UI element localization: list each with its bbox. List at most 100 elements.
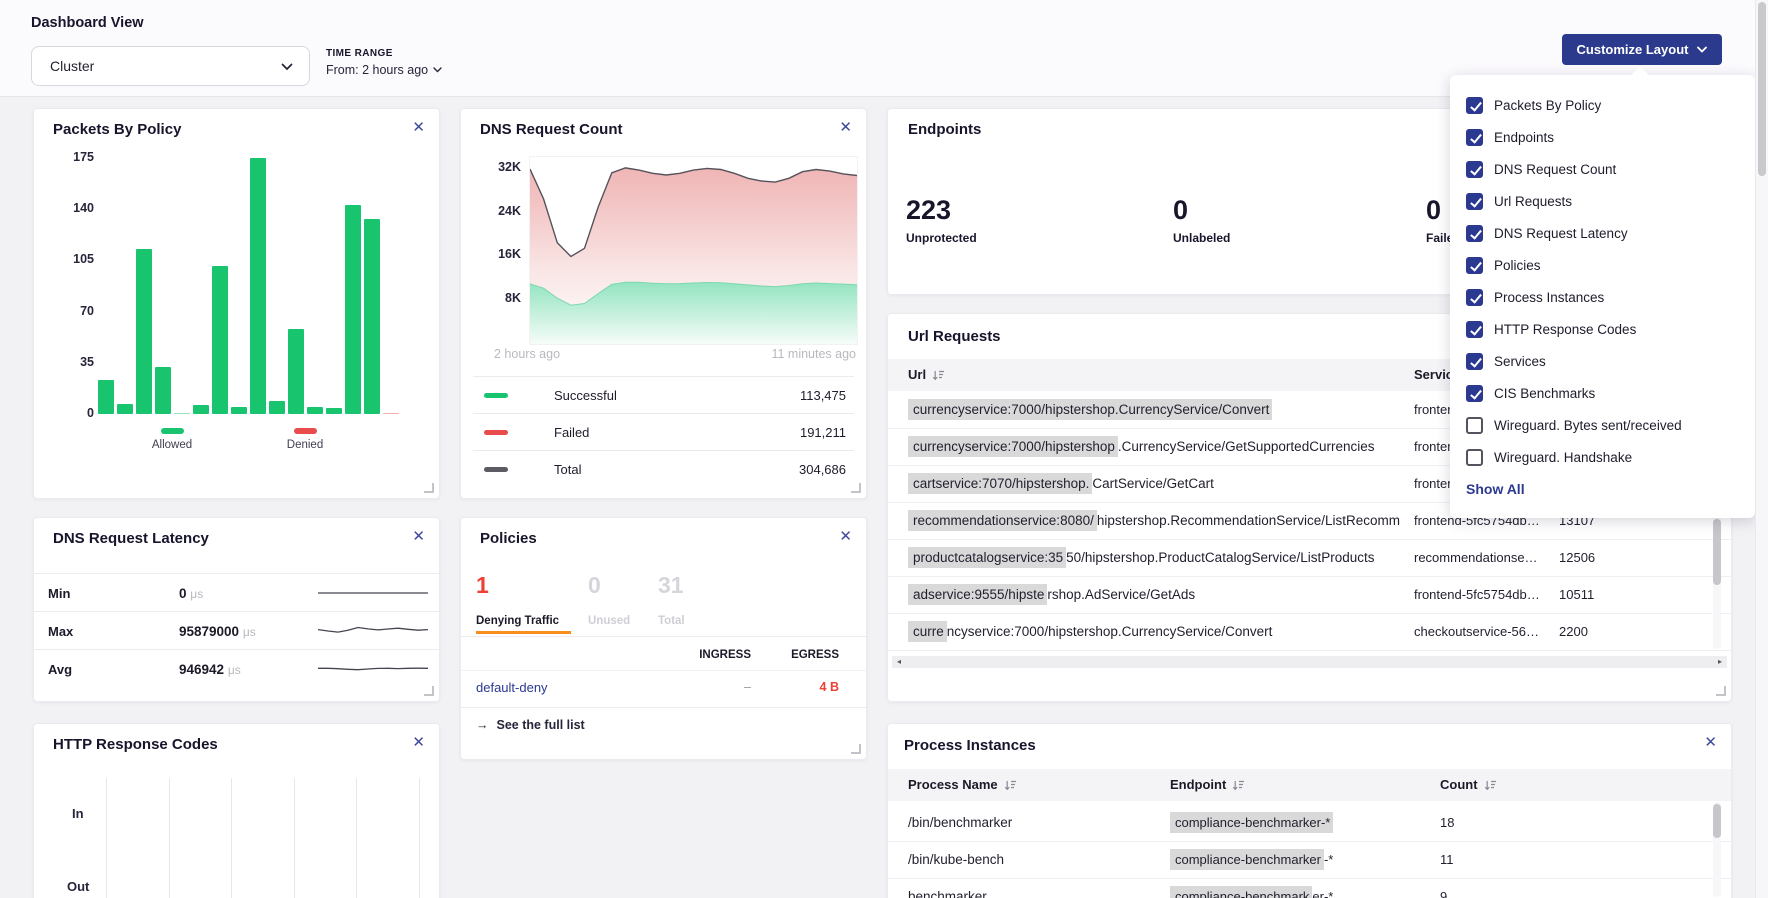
legend-row-failed: Failed 191,211: [473, 413, 854, 451]
checkbox[interactable]: [1466, 449, 1483, 466]
chevron-down-icon: [281, 63, 293, 71]
gridline: [294, 778, 295, 898]
customize-layout-button[interactable]: Customize Layout: [1562, 34, 1722, 65]
menu-item-wireguard-handshake[interactable]: Wireguard. Handshake: [1466, 443, 1745, 471]
table-row[interactable]: /bin/benchmarker compliance-benchmarker-…: [888, 804, 1731, 842]
menu-item-http-response-codes[interactable]: HTTP Response Codes: [1466, 315, 1745, 343]
chevron-down-icon: [433, 67, 442, 73]
column-header-count[interactable]: Count: [1440, 769, 1497, 801]
legend-swatch: [484, 393, 508, 398]
resize-handle[interactable]: [424, 686, 434, 696]
menu-item-wireguard-bytes[interactable]: Wireguard. Bytes sent/received: [1466, 411, 1745, 439]
sort-icon: [932, 370, 945, 381]
checkbox[interactable]: [1466, 353, 1483, 370]
resize-handle[interactable]: [851, 744, 861, 754]
menu-item-dns-request-count[interactable]: DNS Request Count: [1466, 155, 1745, 183]
bar-allowed: [250, 158, 266, 414]
table-row[interactable]: benchmarker compliance-benchmarker-* 9: [888, 878, 1731, 898]
y-tick-label: 35: [80, 355, 94, 369]
table-horizontal-scrollbar[interactable]: ◂ ▸: [892, 656, 1727, 668]
scrollbar-thumb[interactable]: [1713, 519, 1721, 585]
bar-allowed: [136, 249, 152, 414]
sparkline: [318, 584, 428, 602]
column-header-process-name[interactable]: Process Name: [908, 769, 1017, 801]
url-cell: productcatalogservice:3550/hipstershop.P…: [908, 539, 1400, 576]
show-all-link[interactable]: Show All: [1466, 481, 1525, 497]
stat-unprotected: 223 Unprotected: [906, 197, 977, 245]
scrollbar-thumb[interactable]: [1713, 804, 1721, 838]
menu-item-packets-by-policy[interactable]: Packets By Policy: [1466, 91, 1745, 119]
checkbox[interactable]: [1466, 225, 1483, 242]
time-range: TIME RANGE From: 2 hours ago: [326, 48, 442, 77]
menu-item-policies[interactable]: Policies: [1466, 251, 1745, 279]
url-cell: adservice:9555/hipstershop.AdService/Get…: [908, 576, 1400, 613]
menu-item-cis-benchmarks[interactable]: CIS Benchmarks: [1466, 379, 1745, 407]
table-row[interactable]: productcatalogservice:3550/hipstershop.P…: [888, 539, 1731, 577]
checkbox[interactable]: [1466, 417, 1483, 434]
sparkline: [318, 660, 428, 678]
time-range-from[interactable]: From: 2 hours ago: [326, 63, 442, 77]
tab-unused[interactable]: Unused: [588, 615, 630, 627]
sort-icon: [1484, 780, 1497, 791]
close-icon[interactable]: ✕: [1704, 735, 1717, 750]
table-vertical-scrollbar[interactable]: [1713, 802, 1721, 897]
close-icon[interactable]: ✕: [839, 120, 852, 135]
menu-item-url-requests[interactable]: Url Requests: [1466, 187, 1745, 215]
page-scrollbar[interactable]: [1755, 0, 1768, 898]
close-icon[interactable]: ✕: [412, 529, 425, 544]
table-row[interactable]: /bin/kube-bench compliance-benchmarker-*…: [888, 841, 1731, 879]
menu-item-dns-request-latency[interactable]: DNS Request Latency: [1466, 219, 1745, 247]
tab-total[interactable]: Total: [658, 615, 685, 627]
scroll-right-icon[interactable]: ▸: [1718, 658, 1722, 666]
dashboard-root: Dashboard View Cluster TIME RANGE From: …: [0, 0, 1768, 898]
resize-handle[interactable]: [851, 483, 861, 493]
legend-swatch: [484, 467, 508, 472]
column-header-endpoint[interactable]: Endpoint: [1170, 769, 1245, 801]
scroll-left-icon[interactable]: ◂: [897, 658, 901, 666]
view-selector-value: Cluster: [50, 58, 94, 74]
y-tick-label: 140: [73, 201, 94, 215]
column-header-url[interactable]: Url: [908, 359, 945, 391]
service-cell: recommendationse…: [1414, 539, 1552, 576]
bar-denied: [383, 413, 399, 415]
y-tick-label: 8K: [505, 291, 521, 305]
column-header-egress: EGRESS: [779, 649, 839, 661]
see-full-list-link[interactable]: → See the full list: [476, 718, 585, 732]
y-tick-label: 175: [73, 150, 94, 164]
checkbox[interactable]: [1466, 385, 1483, 402]
bar-allowed: [326, 408, 342, 414]
resize-handle[interactable]: [1716, 686, 1726, 696]
policy-link[interactable]: default-deny: [476, 680, 548, 695]
table-row[interactable]: adservice:9555/hipstershop.AdService/Get…: [888, 576, 1731, 614]
endpoint-cell: compliance-benchmarker-*: [1170, 841, 1430, 878]
scrollbar-thumb[interactable]: [1758, 2, 1766, 176]
checkbox[interactable]: [1466, 97, 1483, 114]
checkbox[interactable]: [1466, 193, 1483, 210]
row-label-in: In: [72, 806, 84, 821]
latency-row-min: Min 0 μs: [34, 573, 439, 612]
close-icon[interactable]: ✕: [839, 529, 852, 544]
checkbox[interactable]: [1466, 257, 1483, 274]
view-selector[interactable]: Cluster: [31, 46, 310, 86]
checkbox[interactable]: [1466, 289, 1483, 306]
process-name-cell: /bin/benchmarker: [908, 804, 1158, 841]
menu-item-process-instances[interactable]: Process Instances: [1466, 283, 1745, 311]
column-header-ingress: INGRESS: [691, 649, 751, 661]
latency-row-avg: Avg 946942 μs: [34, 649, 439, 688]
resize-handle[interactable]: [424, 483, 434, 493]
menu-item-endpoints[interactable]: Endpoints: [1466, 123, 1745, 151]
url-cell: currencyservice:7000/hipstershop.Currenc…: [908, 391, 1400, 428]
card-title: Endpoints: [908, 121, 981, 138]
menu-item-services[interactable]: Services: [1466, 347, 1745, 375]
y-tick-label: 70: [80, 304, 94, 318]
table-row[interactable]: currencyservice:7000/hipstershop.Currenc…: [888, 613, 1731, 651]
close-icon[interactable]: ✕: [412, 120, 425, 135]
checkbox[interactable]: [1466, 321, 1483, 338]
time-range-label: TIME RANGE: [326, 48, 442, 59]
checkbox[interactable]: [1466, 129, 1483, 146]
page-title: Dashboard View: [31, 15, 144, 31]
bar-allowed: [98, 380, 114, 414]
x-label-end: 11 minutes ago: [716, 347, 856, 361]
checkbox[interactable]: [1466, 161, 1483, 178]
tab-denying-traffic[interactable]: Denying Traffic: [476, 615, 559, 627]
